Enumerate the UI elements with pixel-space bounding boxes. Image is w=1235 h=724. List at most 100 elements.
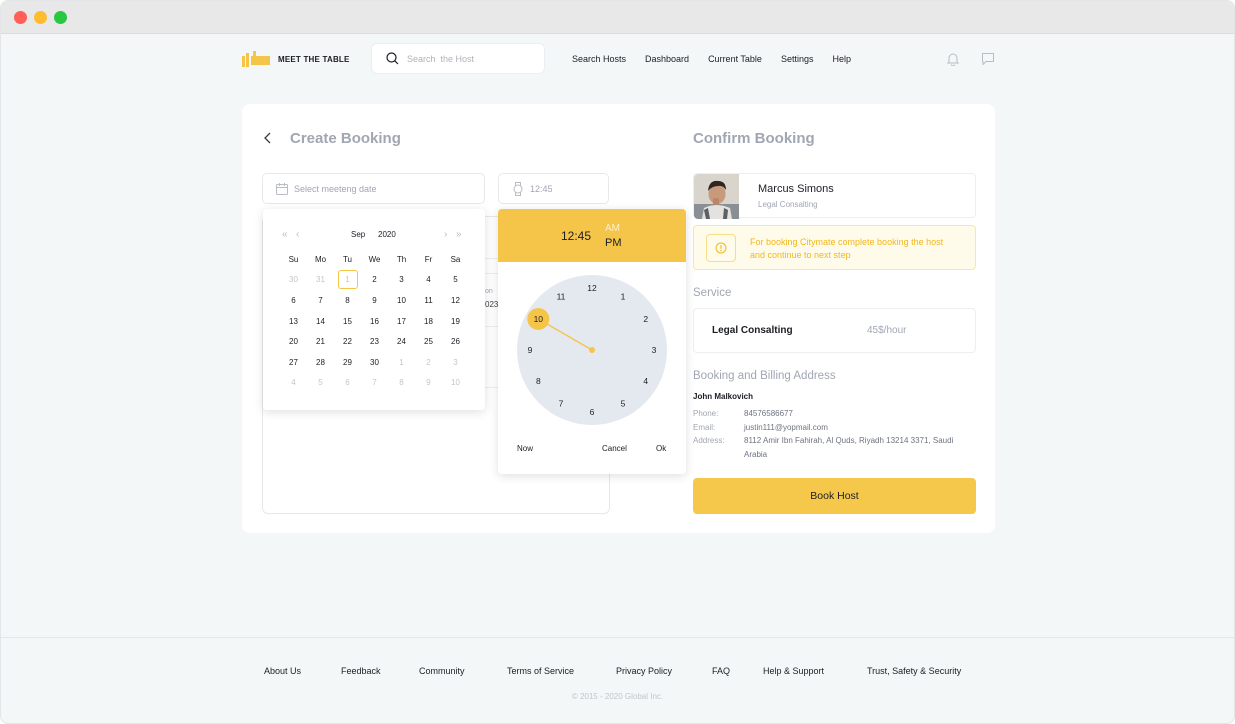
calendar-day[interactable]: 27	[280, 352, 307, 373]
clock-number[interactable]: 2	[643, 314, 648, 324]
calendar-day-selected[interactable]: 1	[334, 270, 361, 291]
calendar-day[interactable]: 6	[280, 290, 307, 311]
calendar-day[interactable]: 16	[361, 311, 388, 332]
clock-number[interactable]: 6	[590, 407, 595, 417]
prev-year-icon[interactable]: «	[282, 230, 288, 240]
clock-face[interactable]: 121234567891011	[517, 275, 667, 425]
calendar-day[interactable]: 26	[442, 331, 469, 352]
calendar-day[interactable]: 8	[388, 373, 415, 394]
calendar-day[interactable]: 19	[442, 311, 469, 332]
pm-toggle[interactable]: PM	[605, 237, 622, 249]
footer-terms[interactable]: Terms of Service	[507, 666, 574, 676]
calendar-day[interactable]: 18	[415, 311, 442, 332]
clock-number[interactable]: 10	[534, 314, 544, 324]
footer-feedback[interactable]: Feedback	[341, 666, 381, 676]
time-select-field[interactable]: 12:45	[498, 173, 609, 204]
calendar-day[interactable]: 23	[361, 331, 388, 352]
footer-help-support[interactable]: Help & Support	[763, 666, 824, 676]
clock-number[interactable]: 11	[557, 291, 566, 301]
back-chevron-left-icon[interactable]	[263, 132, 273, 147]
calendar-day[interactable]: 15	[334, 311, 361, 332]
calendar-day[interactable]: 4	[415, 270, 442, 291]
weekday-label: We	[368, 254, 381, 264]
prev-month-icon[interactable]: ‹	[296, 230, 299, 240]
close-window-button[interactable]	[14, 11, 27, 24]
clock-number[interactable]: 7	[559, 399, 564, 409]
calendar-day[interactable]: 28	[307, 352, 334, 373]
calendar-day[interactable]: 9	[415, 373, 442, 394]
calendar-day[interactable]: 31	[307, 270, 334, 291]
calendar-day[interactable]: 3	[442, 352, 469, 373]
clock-center	[589, 347, 595, 353]
calendar-day[interactable]: 7	[361, 373, 388, 394]
calendar-day[interactable]: 30	[361, 352, 388, 373]
calendar-day[interactable]: 10	[388, 290, 415, 311]
calendar-day[interactable]: 5	[307, 373, 334, 394]
calendar-day[interactable]: 1	[388, 352, 415, 373]
now-button[interactable]: Now	[517, 444, 533, 453]
time-picker-popup: 12:45 AM PM 12 1 2 3 4 5 6 7 8 9 10 11 Now Cancel O…	[498, 209, 686, 474]
nav-search-hosts[interactable]: Search Hosts	[572, 54, 626, 64]
nav-dashboard[interactable]: Dashboard	[645, 54, 689, 64]
calendar-day[interactable]: 29	[334, 352, 361, 373]
service-card[interactable]: Legal Consalting 45$/hour	[693, 308, 976, 353]
calendar-day[interactable]: 2	[361, 270, 388, 291]
am-toggle[interactable]: AM	[605, 223, 620, 234]
calendar-day[interactable]: 4	[280, 373, 307, 394]
footer-faq[interactable]: FAQ	[712, 666, 730, 676]
clock-number[interactable]: 1	[621, 291, 626, 301]
logo[interactable]: MEET THE TABLE	[242, 51, 350, 67]
clock-number[interactable]: 12	[587, 283, 597, 293]
clock-number[interactable]: 8	[536, 376, 541, 386]
calendar-day[interactable]: 30	[280, 270, 307, 291]
cancel-button[interactable]: Cancel	[602, 444, 627, 453]
nav-settings[interactable]: Settings	[781, 54, 814, 64]
bell-icon[interactable]	[946, 52, 960, 66]
calendar-day[interactable]: 5	[442, 270, 469, 291]
calendar-day[interactable]: 10	[442, 373, 469, 394]
weekday-label: Mo	[314, 254, 327, 264]
ok-button[interactable]: Ok	[656, 444, 666, 453]
search-bar[interactable]	[371, 43, 545, 74]
nav-help[interactable]: Help	[832, 54, 851, 64]
calendar-day[interactable]: 25	[415, 331, 442, 352]
calendar-day[interactable]: 14	[307, 311, 334, 332]
book-host-button[interactable]: Book Host	[693, 478, 976, 514]
calendar-day[interactable]: 2	[415, 352, 442, 373]
calendar-day[interactable]: 13	[280, 311, 307, 332]
search-input[interactable]	[407, 53, 527, 64]
chat-icon[interactable]	[981, 52, 995, 66]
maximize-window-button[interactable]	[54, 11, 67, 24]
booking-alert: For booking Citymate complete booking th…	[693, 225, 976, 270]
footer-community[interactable]: Community	[419, 666, 465, 676]
clock-number[interactable]: 5	[621, 399, 626, 409]
clock-number[interactable]: 4	[643, 376, 648, 386]
calendar-day[interactable]: 7	[307, 290, 334, 311]
calendar-year[interactable]: 2020	[378, 230, 396, 239]
calendar-day[interactable]: 21	[307, 331, 334, 352]
calendar-month[interactable]: Sep	[351, 230, 365, 239]
calendar-day[interactable]: 20	[280, 331, 307, 352]
footer-trust-safety[interactable]: Trust, Safety & Security	[867, 666, 961, 676]
footer-about-us[interactable]: About Us	[264, 666, 301, 676]
nav-current-table[interactable]: Current Table	[708, 54, 762, 64]
calendar-day[interactable]: 6	[334, 373, 361, 394]
minimize-window-button[interactable]	[34, 11, 47, 24]
calendar-day[interactable]: 8	[334, 290, 361, 311]
copyright: © 2015 - 2020 Global Inc.	[571, 692, 664, 701]
footer-privacy[interactable]: Privacy Policy	[616, 666, 672, 676]
clock-number[interactable]: 9	[528, 345, 533, 355]
clock-number[interactable]: 3	[652, 345, 657, 355]
calendar-day[interactable]: 11	[415, 290, 442, 311]
logo-text: MEET THE TABLE	[278, 54, 350, 64]
calendar-day[interactable]: 24	[388, 331, 415, 352]
calendar-day[interactable]: 3	[388, 270, 415, 291]
calendar-day[interactable]: 17	[388, 311, 415, 332]
next-month-icon[interactable]: ›	[444, 230, 447, 240]
date-select-field[interactable]: Select meeteng date	[262, 173, 485, 204]
calendar-day[interactable]: 12	[442, 290, 469, 311]
next-year-icon[interactable]: »	[456, 230, 462, 240]
calendar-day[interactable]: 9	[361, 290, 388, 311]
calendar-day[interactable]: 22	[334, 331, 361, 352]
host-card[interactable]: Marcus Simons Legal Consalting	[693, 173, 976, 219]
